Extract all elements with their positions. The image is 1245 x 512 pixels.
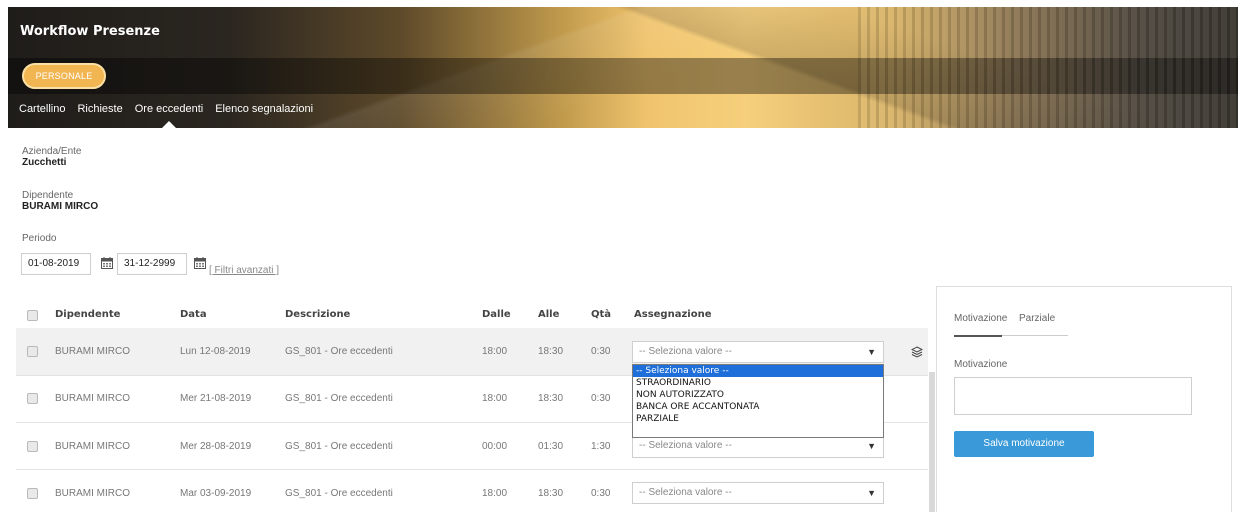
dropdown-arrow-icon: ▼ <box>867 441 876 451</box>
cell-qty: 1:30 <box>591 441 611 452</box>
assignment-dropdown-list[interactable]: -- Seleziona valore -- STRAORDINARIO NON… <box>632 364 884 438</box>
select-value: -- Seleziona valore -- <box>639 487 732 498</box>
cell-date: Mer 21-08-2019 <box>180 393 252 404</box>
row-checkbox[interactable] <box>27 488 38 499</box>
assignment-select[interactable]: -- Seleziona valore -- ▼ <box>632 341 884 363</box>
row-checkbox[interactable] <box>27 346 38 357</box>
cell-date: Lun 12-08-2019 <box>180 346 251 357</box>
motivation-panel: Motivazione Parziale Motivazione Salva m… <box>936 286 1232 512</box>
dropdown-option[interactable]: BANCA ORE ACCANTONATA <box>633 401 883 413</box>
assignment-select[interactable]: -- Seleziona valore -- ▼ <box>632 482 884 504</box>
motivation-label: Motivazione <box>954 359 1008 370</box>
cell-from: 18:00 <box>482 488 508 499</box>
cell-employee: BURAMI MIRCO <box>55 441 130 452</box>
cell-employee: BURAMI MIRCO <box>55 488 130 499</box>
calendar-icon[interactable] <box>193 256 207 270</box>
company-label: Azienda/Ente <box>22 146 82 157</box>
date-to-input[interactable]: 31-12-2999 <box>117 253 187 275</box>
select-value: -- Seleziona valore -- <box>639 346 732 357</box>
cell-description: GS_801 - Ore eccedenti <box>285 393 393 404</box>
cell-from: 00:00 <box>482 441 508 452</box>
header-decoration <box>858 7 1238 128</box>
nav-item-ore-eccedenti[interactable]: Ore eccedenti <box>135 103 203 128</box>
dropdown-option[interactable]: -- Seleziona valore -- <box>633 365 883 377</box>
nav-item-richieste[interactable]: Richieste <box>77 103 122 115</box>
cell-date: Mer 28-08-2019 <box>180 441 252 452</box>
scrollbar[interactable] <box>929 372 935 512</box>
dropdown-arrow-icon: ▼ <box>867 488 876 498</box>
row-checkbox[interactable] <box>27 393 38 404</box>
cell-qty: 0:30 <box>591 346 611 357</box>
column-header-dalle: Dalle <box>482 309 511 320</box>
cell-to: 18:30 <box>538 346 564 357</box>
row-checkbox[interactable] <box>27 441 38 452</box>
column-header-assegnazione: Assegnazione <box>634 309 712 320</box>
dropdown-arrow-icon: ▼ <box>867 347 876 357</box>
dropdown-option[interactable]: NON AUTORIZZATO <box>633 389 883 401</box>
column-header-dipendente: Dipendente <box>55 309 121 320</box>
assignment-select[interactable]: -- Seleziona valore -- ▼ <box>632 436 884 458</box>
cell-to: 18:30 <box>538 488 564 499</box>
period-label: Periodo <box>22 233 57 244</box>
layers-icon[interactable] <box>911 346 923 358</box>
cell-from: 18:00 <box>482 346 508 357</box>
save-motivation-button[interactable]: Salva motivazione <box>954 431 1094 457</box>
tab-divider <box>1002 335 1068 336</box>
advanced-filters-link[interactable]: [ Filtri avanzati ] <box>209 265 279 276</box>
nav-item-elenco-segnalazioni[interactable]: Elenco segnalazioni <box>215 103 313 115</box>
active-tab-indicator <box>954 335 1002 337</box>
dropdown-option[interactable]: PARZIALE <box>633 413 883 425</box>
column-header-qta: Qtà <box>591 309 612 320</box>
dropdown-option[interactable]: STRAORDINARIO <box>633 377 883 389</box>
cell-date: Mar 03-09-2019 <box>180 488 252 499</box>
cell-description: GS_801 - Ore eccedenti <box>285 488 393 499</box>
employee-value: BURAMI MIRCO <box>22 201 99 212</box>
app-header: Workflow Presenze PERSONALE Cartellino R… <box>8 7 1238 128</box>
tab-parziale[interactable]: Parziale <box>1019 313 1055 324</box>
cell-from: 18:00 <box>482 393 508 404</box>
company-value: Zucchetti <box>22 157 67 168</box>
cell-qty: 0:30 <box>591 488 611 499</box>
cell-qty: 0:30 <box>591 393 611 404</box>
column-header-descrizione: Descrizione <box>285 309 351 320</box>
select-all-checkbox[interactable] <box>27 310 38 321</box>
app-title: Workflow Presenze <box>20 24 160 39</box>
motivation-textarea[interactable] <box>954 377 1192 415</box>
tab-motivazione[interactable]: Motivazione <box>954 313 1007 324</box>
calendar-icon[interactable] <box>100 256 114 270</box>
employee-label: Dipendente <box>22 190 74 201</box>
select-value: -- Seleziona valore -- <box>639 440 732 451</box>
cell-employee: BURAMI MIRCO <box>55 346 130 357</box>
profile-button[interactable]: PERSONALE <box>22 63 106 89</box>
column-header-alle: Alle <box>538 309 560 320</box>
cell-description: GS_801 - Ore eccedenti <box>285 346 393 357</box>
column-header-data: Data <box>180 309 207 320</box>
cell-description: GS_801 - Ore eccedenti <box>285 441 393 452</box>
date-from-input[interactable]: 01-08-2019 <box>21 253 91 275</box>
cell-to: 01:30 <box>538 441 564 452</box>
nav-item-cartellino[interactable]: Cartellino <box>19 103 65 115</box>
cell-to: 18:30 <box>538 393 564 404</box>
main-nav: Cartellino Richieste Ore eccedenti Elenc… <box>19 103 313 128</box>
cell-employee: BURAMI MIRCO <box>55 393 130 404</box>
